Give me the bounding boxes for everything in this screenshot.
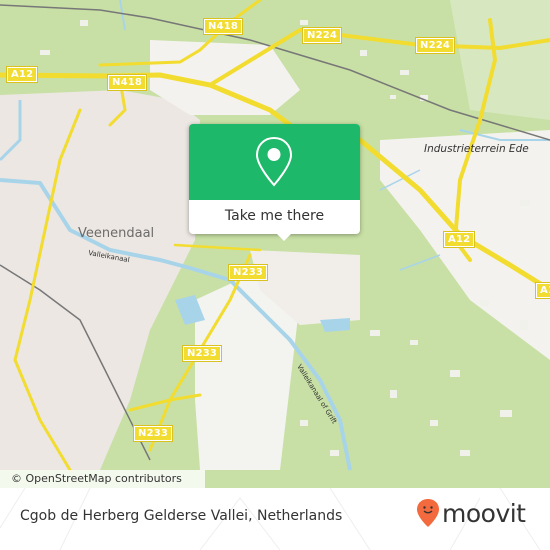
take-me-there-button[interactable]: Take me there xyxy=(189,200,360,234)
road-label-n233: N233 xyxy=(227,264,269,281)
road-label-n418: N418 xyxy=(106,74,148,91)
map-view[interactable]: N418 N224 N224 A12 N418 A12 A1 N233 N233… xyxy=(0,0,550,488)
moovit-wordmark: moovit xyxy=(442,498,526,528)
road-label-n418: N418 xyxy=(202,18,244,35)
road-label-n233: N233 xyxy=(132,425,174,442)
moovit-logo[interactable]: moovit xyxy=(416,498,526,528)
map-attribution[interactable]: © OpenStreetMap contributors xyxy=(0,470,205,488)
place-label-industrieterrein-ede: Industrieterrein Ede xyxy=(424,143,529,155)
road-label-n233: N233 xyxy=(181,345,223,362)
road-label-n224: N224 xyxy=(414,37,456,54)
place-label-veenendaal: Veenendaal xyxy=(78,226,155,241)
road-label-a12: A12 xyxy=(442,231,476,248)
moovit-pin-icon xyxy=(417,499,439,527)
road-label-n224: N224 xyxy=(301,27,343,44)
popup-pointer xyxy=(276,233,292,241)
popup-header xyxy=(189,124,360,200)
map-pin-icon xyxy=(255,136,293,187)
road-label-a12: A12 xyxy=(5,66,39,83)
location-title: Cgob de Herberg Gelderse Vallei, Netherl… xyxy=(20,508,343,524)
road-label-a12: A1 xyxy=(534,282,550,299)
location-popup: Take me there xyxy=(189,124,360,234)
footer-bar: Cgob de Herberg Gelderse Vallei, Netherl… xyxy=(0,488,550,550)
